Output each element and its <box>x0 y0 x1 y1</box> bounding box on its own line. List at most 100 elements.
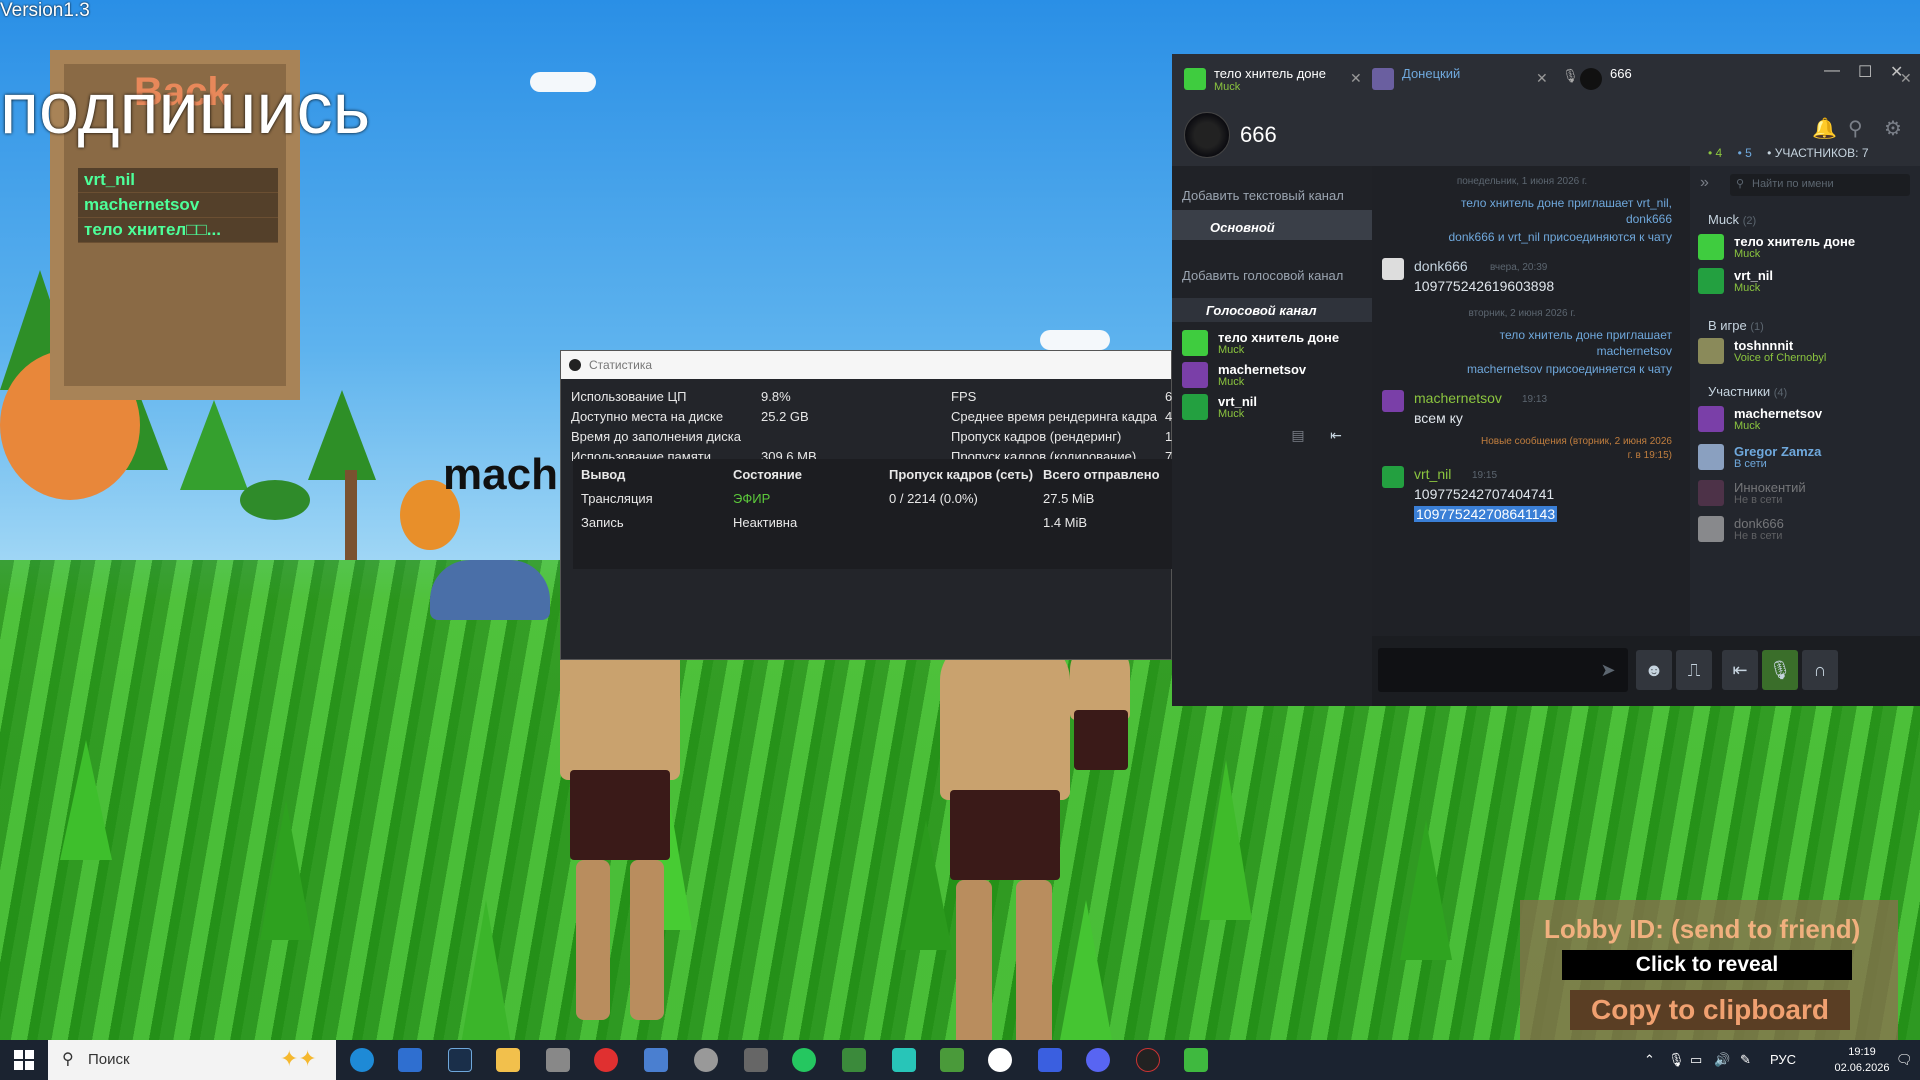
stats-window: Статистика Использование ЦП 9.8% Доступн… <box>560 350 1173 660</box>
system-message: donk666 и vrt_nil присоединяются к чату <box>1448 230 1673 244</box>
message-composer: ➤ ☻ ⎍ ⇤ 🎙 ∩ <box>1372 636 1920 706</box>
camera-icon[interactable] <box>546 1048 570 1072</box>
obs-icon[interactable] <box>1136 1048 1160 1072</box>
app-icon[interactable] <box>694 1048 718 1072</box>
app-icon[interactable] <box>1038 1048 1062 1072</box>
clock-date: 02.06.2026 <box>1834 1062 1890 1074</box>
whatsapp-icon[interactable] <box>792 1048 816 1072</box>
tree-trunk <box>345 470 357 560</box>
mute-mic-button[interactable]: 🎙 <box>1762 650 1798 690</box>
steam-icon[interactable] <box>448 1048 472 1072</box>
table-cell: Неактивна <box>733 515 798 530</box>
add-text-channel-button[interactable]: Добавить текстовый канал <box>1182 188 1382 203</box>
tab-chat-2[interactable]: Донецкий ✕ <box>1372 64 1552 94</box>
minimize-icon[interactable]: — <box>1824 62 1840 80</box>
emoji-icon[interactable]: ☻ <box>1636 650 1672 690</box>
member-counts: • 4 • 5 • УЧАСТНИКОВ: 7 <box>1708 146 1869 160</box>
add-voice-channel-button[interactable]: Добавить голосовой канал <box>1182 268 1382 283</box>
app-icon[interactable] <box>744 1048 768 1072</box>
send-icon[interactable]: ➤ <box>1590 650 1626 690</box>
avatar <box>1382 466 1404 488</box>
pen-icon[interactable]: ✎ <box>1740 1052 1751 1068</box>
tray-expand-icon[interactable]: ⌃ <box>1644 1052 1655 1068</box>
member-status: Не в сети <box>1734 494 1783 506</box>
group-count: (2) <box>1742 215 1757 227</box>
channel-label: Основной <box>1210 220 1275 235</box>
muck-icon[interactable] <box>1184 1048 1208 1072</box>
minecraft-icon[interactable] <box>940 1048 964 1072</box>
store-icon[interactable] <box>644 1048 668 1072</box>
leave-voice-button[interactable]: ⇤ <box>1722 650 1758 690</box>
mic-tray-icon[interactable]: 🎙 <box>1668 1052 1685 1068</box>
member-name: toshnnnit <box>1734 338 1794 353</box>
stats-label: FPS <box>951 389 977 404</box>
windows-start-icon[interactable] <box>14 1050 34 1070</box>
member-search-input[interactable]: ⚲ Найти по имени <box>1730 174 1910 196</box>
grass-blade <box>1200 760 1252 920</box>
output-table: Вывод Состояние Пропуск кадров (сеть) Вс… <box>573 459 1173 569</box>
stats-label: Доступно места на диске <box>571 409 724 424</box>
tab-chat-1[interactable]: тело хнитель доне Muck ✕ <box>1184 64 1364 94</box>
player-list-item: vrt_nil <box>78 168 278 193</box>
message-time: 19:15 <box>1472 470 1498 481</box>
member-list: » ⚲ Найти по имени Muck (2) тело хнитель… <box>1690 166 1920 706</box>
volume-icon[interactable]: 🔊 <box>1714 1052 1730 1068</box>
channel-main[interactable]: Основной <box>1172 210 1372 240</box>
voice-settings-icon[interactable]: ▤ <box>1284 422 1312 448</box>
system-message: тело хнитель доне приглашает <box>1499 328 1672 342</box>
date-divider: понедельник, 1 июня 2026 г. <box>1456 176 1588 187</box>
close-window-icon[interactable]: ✕ <box>1890 62 1903 82</box>
edge-icon[interactable] <box>350 1048 374 1072</box>
avatar <box>1698 234 1724 260</box>
discord-icon[interactable] <box>1086 1048 1110 1072</box>
message-author: vrt_nil <box>1414 466 1452 482</box>
system-message: machernetsov присоединяется к чату <box>1467 362 1672 376</box>
gear-icon[interactable]: ⚙ <box>1884 116 1902 141</box>
avatar <box>1698 444 1724 470</box>
player-list-item: тело хнител□□... <box>78 218 278 243</box>
table-cell: 27.5 MiB <box>1043 491 1095 506</box>
tab-sublabel: Muck <box>1214 81 1241 93</box>
member-name: machernetsov <box>1218 362 1307 377</box>
member-name: vrt_nil <box>1218 394 1258 409</box>
version-label: Version1.3 <box>0 0 90 21</box>
notification-icon[interactable]: 🗨 <box>1896 1052 1913 1068</box>
attach-icon[interactable]: ⎍ <box>1676 650 1712 690</box>
avatar <box>1382 390 1404 412</box>
close-icon[interactable]: ✕ <box>1350 70 1362 87</box>
yandex-browser-icon[interactable] <box>988 1048 1012 1072</box>
mail-icon[interactable] <box>398 1048 422 1072</box>
close-icon[interactable]: ✕ <box>1536 70 1548 87</box>
message-text: 109775242707404741 <box>1414 486 1555 502</box>
voice-channel[interactable]: Голосовой канал <box>1172 298 1372 322</box>
ingame-count: 4 <box>1715 146 1723 160</box>
stats-titlebar[interactable]: Статистика <box>561 351 1171 379</box>
add-friend-icon[interactable]: ⚲ <box>1848 116 1863 141</box>
tab-label: Донецкий <box>1402 66 1461 81</box>
network-icon[interactable]: ▭ <box>1690 1052 1702 1068</box>
taskbar-search[interactable]: ⚲ Поиск ✦✦ <box>48 1040 336 1080</box>
maximize-icon[interactable]: ☐ <box>1858 62 1872 82</box>
group-avatar <box>1184 112 1230 158</box>
members-count: УЧАСТНИКОВ: 7 <box>1774 146 1869 160</box>
bell-icon[interactable]: 🔔 <box>1812 116 1837 141</box>
yandex-icon[interactable] <box>594 1048 618 1072</box>
explorer-icon[interactable] <box>496 1048 520 1072</box>
channel-list: Добавить текстовый канал Основной Добави… <box>1172 166 1372 706</box>
leave-voice-icon[interactable]: ⇤ <box>1322 422 1350 448</box>
search-label: Поиск <box>88 1051 130 1068</box>
clock[interactable]: 19:19 02.06.2026 <box>1832 1044 1892 1076</box>
table-header: Всего отправлено <box>1043 467 1160 482</box>
headset-icon[interactable]: ∩ <box>1802 650 1838 690</box>
avatar <box>1372 68 1394 90</box>
copy-lobby-button[interactable]: Copy to clipboard <box>1570 990 1850 1030</box>
app-icon[interactable] <box>842 1048 866 1072</box>
message-time: вчера, 20:39 <box>1490 262 1548 273</box>
reveal-lobby-button[interactable]: Click to reveal <box>1562 950 1852 980</box>
language-indicator[interactable]: РУС <box>1770 1052 1796 1067</box>
collapse-icon[interactable]: » <box>1700 174 1709 192</box>
app-icon[interactable] <box>892 1048 916 1072</box>
tab-chat-3[interactable]: 🎙 666 ✕ <box>1562 64 1912 94</box>
lobby-id-label: Lobby ID: (send to friend) <box>1544 914 1861 944</box>
member-status: Muck <box>1734 282 1761 294</box>
